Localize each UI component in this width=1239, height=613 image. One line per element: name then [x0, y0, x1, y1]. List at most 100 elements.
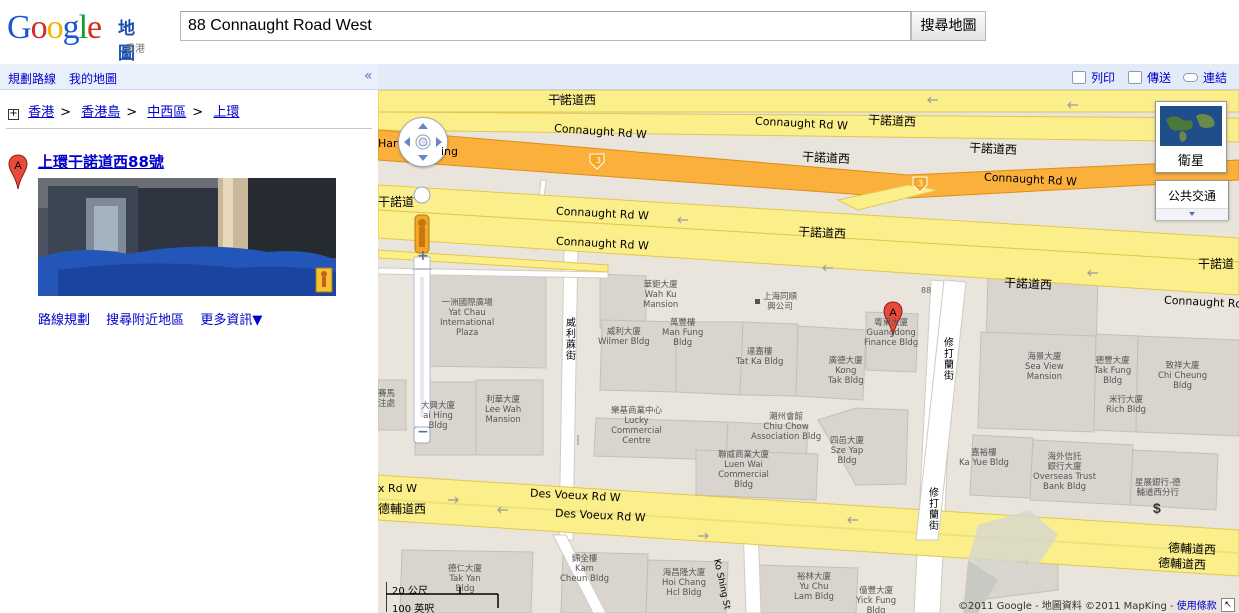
building-label: 聯威商業大廈 Luen Wai Commercial Bldg	[718, 450, 769, 490]
map-toolbar: 列印 傳送 連結	[378, 64, 1239, 90]
left-toolbar: 規劃路線 我的地圖 «	[0, 64, 378, 90]
logo-letter: l	[78, 9, 89, 46]
building-label: 潮州會館 Chiu Chow Association Bldg	[751, 412, 821, 442]
building-label: Tat Ka Bldg	[736, 357, 784, 367]
transit-toggle[interactable]: 公共交通	[1155, 180, 1229, 220]
scale-imperial: 100 英呎	[392, 604, 435, 613]
breadcrumb-central-western[interactable]: 中西區	[147, 105, 186, 120]
more-info-link[interactable]: 更多資訊▼	[200, 313, 262, 328]
google-maps-logo[interactable]: Google 地圖 香港	[7, 8, 147, 64]
building-label: 德仁大廈	[448, 564, 483, 574]
building-label: 裕林大廈	[796, 572, 831, 582]
collapse-panel-button[interactable]: «	[364, 68, 373, 84]
search-maps-button[interactable]: 搜尋地圖	[911, 11, 986, 41]
send-link[interactable]: 傳送	[1128, 69, 1171, 86]
terms-link[interactable]: 使用條款	[1177, 601, 1217, 612]
transit-label: 公共交通	[1167, 189, 1216, 203]
building-label: 聯威商業大廈	[718, 450, 770, 460]
result-marker-icon[interactable]: A	[8, 154, 28, 190]
mail-icon	[1128, 71, 1142, 84]
road-label: 干諾道西	[797, 224, 847, 242]
building-label: 利華大廈 Lee Wah Mansion	[485, 395, 521, 425]
building-label: 萬豐樓	[669, 318, 696, 328]
building-label: 達嘉樓 Tat Ka Bldg	[736, 347, 783, 367]
building-label: 利華大廈	[486, 395, 521, 405]
search-input[interactable]	[180, 11, 911, 41]
map-graphics: $	[378, 90, 1239, 613]
breadcrumb-hong-kong[interactable]: 香港	[28, 105, 54, 120]
building-label: Yick Fung Bldg	[856, 596, 897, 613]
building-label: 華鉅大廈	[643, 280, 678, 290]
building-label: 億豐大廈	[859, 586, 894, 596]
logo-letter: o	[46, 9, 64, 46]
building-label: Overseas Trust Bank Bldg	[1033, 472, 1097, 492]
building-label: 海景大廈	[1027, 352, 1062, 362]
overview-toggle-icon[interactable]: ↖	[1221, 598, 1235, 612]
building-label: 賽馬 注處	[378, 389, 396, 409]
directions-result-link[interactable]: 路線規劃	[38, 313, 90, 328]
breadcrumb-sheung-wan[interactable]: 上環	[213, 105, 239, 120]
print-link[interactable]: 列印	[1072, 69, 1115, 86]
building-label: Hoi Chang Hcl Bldg	[662, 578, 706, 598]
result-marker-letter: A	[14, 160, 22, 172]
satellite-toggle[interactable]: 衛星	[1155, 101, 1227, 173]
building-label: Wilmer Bldg	[598, 337, 650, 347]
pan-control[interactable]	[398, 117, 448, 167]
print-label: 列印	[1091, 71, 1116, 85]
building-label: 廣德大廈	[828, 356, 863, 366]
road-label: 干諾道西	[968, 140, 1018, 158]
building-label: 億豐大廈 Yick Fung Bldg	[856, 586, 896, 613]
street-label: 威利蔴街	[566, 318, 576, 362]
building-label: 米行大廈	[1109, 395, 1144, 405]
building-label: Lee Wah Mansion	[485, 405, 522, 425]
building-label: 華鉅大廈 Wah Ku Mansion	[643, 280, 678, 310]
building-label: Wah Ku Mansion	[643, 290, 679, 310]
road-label: 干諾道西	[867, 112, 917, 130]
street-label: 修打蘭街	[944, 338, 954, 382]
zoom-in-button[interactable]: +	[417, 249, 429, 263]
building-label: 德豐大廈	[1095, 356, 1130, 366]
expand-icon[interactable]: +	[8, 109, 19, 120]
road-label: x Rd W	[378, 482, 418, 495]
building-label: 威利大廈	[606, 327, 641, 337]
building-label: 威利大廈 Wilmer Bldg	[598, 327, 650, 347]
building-label: 海昌隆大廈 Hoi Chang Hcl Bldg	[662, 568, 706, 598]
link-link[interactable]: 連結	[1183, 69, 1227, 86]
building-label: 致祥大廈	[1165, 361, 1200, 371]
building-label: 粵東大廈 Guangdong Finance Bldg	[864, 318, 918, 348]
street-number: 88	[921, 286, 932, 295]
search-nearby-link[interactable]: 搜尋附近地區	[106, 313, 184, 328]
road-label: 德輔道西	[1167, 540, 1217, 558]
region-name: 香港	[125, 44, 145, 55]
building-label: 米行大廈 Rich Bldg	[1106, 395, 1146, 415]
building-label: Man Fung Bldg	[662, 328, 704, 348]
building-label: 嘉裕樓 Ka Yue Bldg	[959, 448, 1009, 468]
send-label: 傳送	[1147, 71, 1172, 85]
result-title-link[interactable]: 上環干諾道西88號	[38, 151, 164, 172]
my-maps-link[interactable]: 我的地圖	[69, 70, 117, 87]
copyright-text: ©2011 Google - 地圖資料 ©2011 MapKing -	[958, 601, 1174, 612]
building-label: Sze Yap Bldg	[830, 446, 864, 466]
transit-expand-bar	[1156, 208, 1228, 220]
building-label: ai Hing Bldg	[423, 411, 453, 431]
building-label: 錦全樓 Kam Cheun Bldg	[560, 554, 609, 584]
result-actions: 路線規劃 搜尋附近地區 更多資訊▼	[38, 309, 274, 328]
building-label: Rich Bldg	[1106, 405, 1147, 415]
building-label: Sea View Mansion	[1025, 362, 1064, 382]
building-label: Yu Chu Lam Bldg	[794, 582, 834, 602]
building-label: 粵東大廈	[874, 318, 909, 328]
directions-link[interactable]: 規劃路線	[8, 70, 56, 87]
building-label: 四邑大廈 Sze Yap Bldg	[830, 436, 864, 466]
road-label: 干諾道西	[1003, 275, 1053, 293]
building-label: Luen Wai Commercial Bldg	[718, 460, 769, 490]
building-label: 廣德大廈 Kong Tak Bldg	[828, 356, 864, 386]
street-view-thumbnail[interactable]	[38, 178, 336, 296]
building-label: 錦全樓	[571, 554, 598, 564]
building-label: 一洲國際廣場 Yat Chau International Plaza	[440, 298, 494, 338]
bank-dollar-icon: $	[1153, 500, 1161, 516]
route-number: 3	[596, 156, 602, 165]
breadcrumb-hk-island[interactable]: 香港島	[81, 105, 120, 120]
building-label: 海景大廈 Sea View Mansion	[1025, 352, 1064, 382]
road-label: 干諾道	[378, 195, 415, 209]
map-canvas[interactable]: $ + − 衛星 公共交通 A 干諾道西 Connaught Rd W 干諾道西…	[378, 90, 1239, 613]
